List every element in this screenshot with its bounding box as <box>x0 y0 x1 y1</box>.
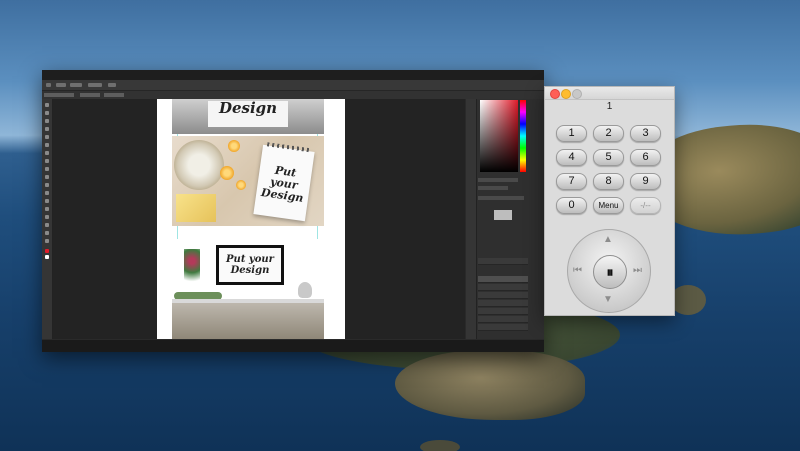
key-9[interactable]: 9 <box>630 173 661 190</box>
layer-row[interactable] <box>478 308 528 315</box>
ps-toolbar <box>42 99 53 339</box>
key-0[interactable]: 0 <box>556 197 587 214</box>
eraser-tool-icon[interactable] <box>45 183 49 187</box>
remote-control-window[interactable]: 1 1 2 3 4 5 6 7 8 9 0 Menu -/-- ▲ ▼ ⏮ ⏭ … <box>544 86 675 316</box>
type-tool-icon[interactable] <box>45 207 49 211</box>
island-bottom <box>395 350 585 420</box>
egg <box>220 166 234 180</box>
notebook-rings <box>266 142 312 153</box>
mockup-text: Design <box>218 99 278 117</box>
panel-row[interactable] <box>478 178 518 182</box>
panel-row[interactable] <box>478 186 508 190</box>
mockup-photo-top: Design <box>172 99 324 134</box>
ps-menu-item[interactable] <box>70 83 82 87</box>
healing-tool-icon[interactable] <box>45 151 49 155</box>
foreground-color-swatch[interactable] <box>45 249 49 253</box>
previous-icon[interactable]: ⏮ <box>573 265 582 276</box>
ps-panel-strip <box>466 99 477 339</box>
shape-tool-icon[interactable] <box>45 223 49 227</box>
down-arrow-icon[interactable]: ▼ <box>603 294 613 305</box>
layers-panel-header[interactable] <box>478 258 528 265</box>
panel-row[interactable] <box>478 196 524 200</box>
channel-display: 1 <box>606 101 613 112</box>
ps-menu-item[interactable] <box>88 83 102 87</box>
shelf <box>172 303 324 339</box>
ps-canvas-area[interactable]: Design Put your Design Put your Design <box>53 99 465 339</box>
key-7[interactable]: 7 <box>556 173 587 190</box>
up-arrow-icon[interactable]: ▲ <box>603 234 613 245</box>
marquee-tool-icon[interactable] <box>45 111 49 115</box>
ps-home-icon[interactable] <box>46 83 51 87</box>
zoom-tool-icon[interactable] <box>45 239 49 243</box>
pause-button[interactable]: ⏸ <box>593 255 627 289</box>
notebook: Put your Design <box>253 142 315 222</box>
layer-row[interactable] <box>478 276 528 283</box>
ps-titlebar[interactable] <box>42 70 544 80</box>
close-button[interactable] <box>550 89 560 99</box>
stamp-tool-icon[interactable] <box>45 167 49 171</box>
gradient-tool-icon[interactable] <box>45 191 49 195</box>
key-5[interactable]: 5 <box>593 149 624 166</box>
key-3[interactable]: 3 <box>630 125 661 142</box>
menu-button[interactable]: Menu <box>593 197 624 214</box>
bowl <box>174 140 224 190</box>
history-brush-tool-icon[interactable] <box>45 175 49 179</box>
layer-row[interactable] <box>478 284 528 291</box>
hand-tool-icon[interactable] <box>45 231 49 235</box>
eyedropper-tool-icon[interactable] <box>45 143 49 147</box>
layer-row[interactable] <box>478 300 528 307</box>
dpad: ▲ ▼ ⏮ ⏭ ⏸ <box>567 229 651 313</box>
ps-menu-item[interactable] <box>56 83 66 87</box>
digit-toggle-button[interactable]: -/-- <box>630 197 661 214</box>
crop-tool-icon[interactable] <box>45 135 49 139</box>
document-canvas[interactable]: Design Put your Design Put your Design <box>157 99 345 339</box>
kettle <box>298 282 312 298</box>
color-picker-field[interactable] <box>480 100 518 172</box>
key-4[interactable]: 4 <box>556 149 587 166</box>
layer-row[interactable] <box>478 292 528 299</box>
move-tool-icon[interactable] <box>45 103 49 107</box>
mockup-photo-desk: Put your Design <box>172 239 324 339</box>
layer-row[interactable] <box>478 316 528 323</box>
key-6[interactable]: 6 <box>630 149 661 166</box>
butter <box>176 194 216 222</box>
lasso-tool-icon[interactable] <box>45 119 49 123</box>
hue-slider[interactable] <box>520 100 526 172</box>
ps-option[interactable] <box>80 93 100 97</box>
brush-tool-icon[interactable] <box>45 159 49 163</box>
ps-option[interactable] <box>104 93 124 97</box>
rock-right <box>670 285 706 315</box>
notebook-text: Put your Design <box>260 163 305 205</box>
rock-bottom <box>420 440 460 451</box>
monitor: Put your Design <box>216 245 284 285</box>
plant <box>184 249 200 289</box>
monitor-text: Put your Design <box>226 254 274 276</box>
ps-menubar <box>42 80 544 91</box>
minimize-button[interactable] <box>561 89 571 99</box>
remote-titlebar[interactable] <box>545 87 674 100</box>
egg <box>228 140 240 152</box>
magic-wand-tool-icon[interactable] <box>45 127 49 131</box>
key-8[interactable]: 8 <box>593 173 624 190</box>
egg <box>236 180 246 190</box>
ps-status-bar <box>42 340 544 352</box>
layer-row[interactable] <box>478 324 528 331</box>
next-icon[interactable]: ⏭ <box>633 265 642 276</box>
key-2[interactable]: 2 <box>593 125 624 142</box>
zoom-button[interactable] <box>572 89 582 99</box>
ps-menu-item[interactable] <box>108 83 116 87</box>
pen-tool-icon[interactable] <box>45 199 49 203</box>
photoshop-window[interactable]: Design Put your Design Put your Design <box>42 70 544 352</box>
monitor-screen: Put your Design <box>219 248 281 282</box>
mockup-photo-kitchen: Put your Design <box>172 136 324 226</box>
path-select-tool-icon[interactable] <box>45 215 49 219</box>
navigator-thumbnail[interactable] <box>494 210 512 220</box>
ps-option[interactable] <box>44 93 74 97</box>
key-1[interactable]: 1 <box>556 125 587 142</box>
background-color-swatch[interactable] <box>45 255 49 259</box>
ps-options-bar <box>42 91 544 99</box>
